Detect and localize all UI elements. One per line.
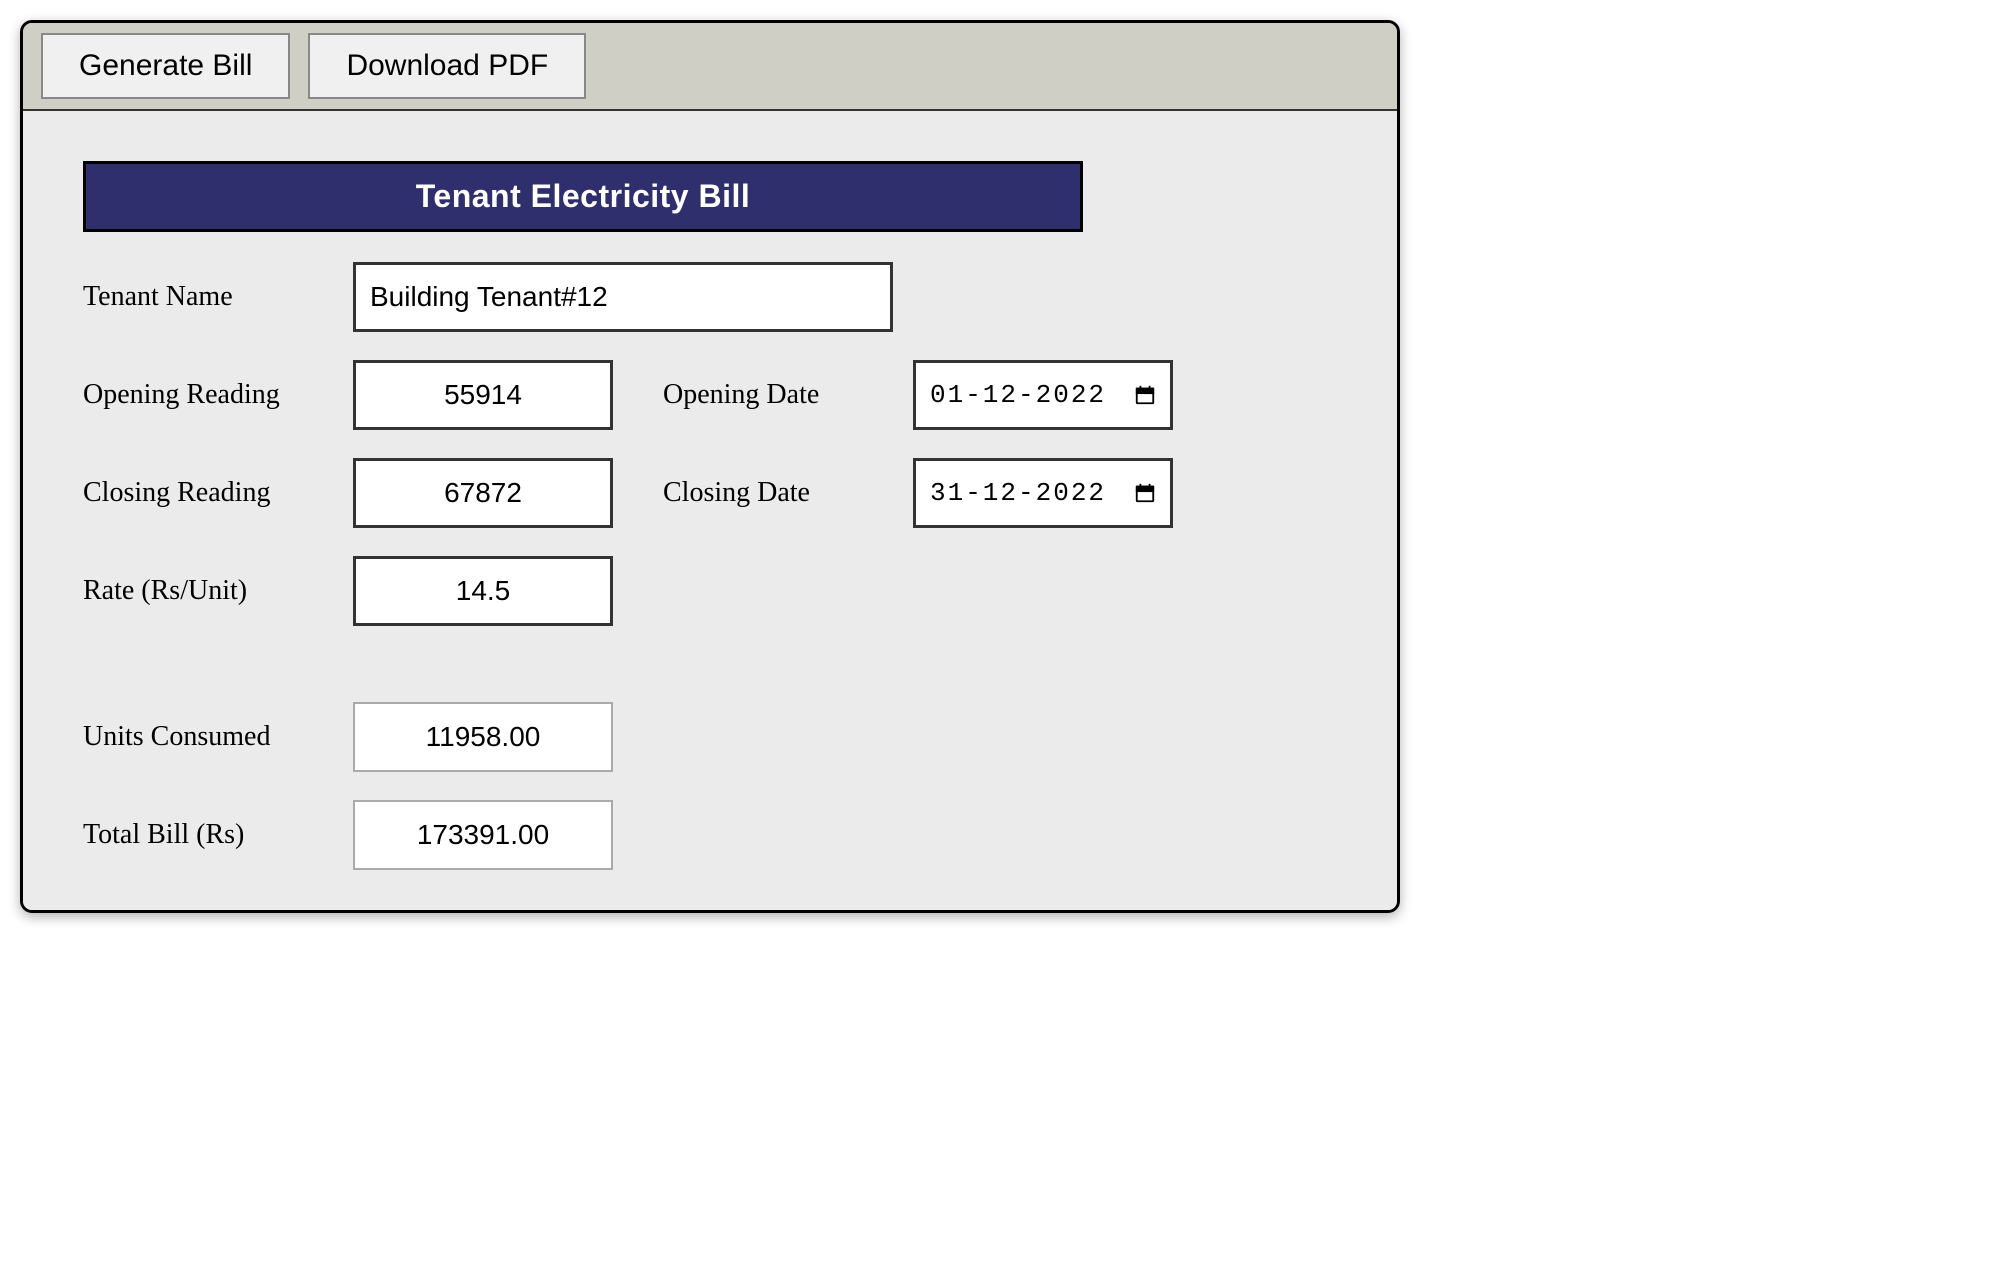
calendar-icon (1134, 482, 1156, 504)
units-consumed-label: Units Consumed (83, 721, 353, 753)
generate-bill-button[interactable]: Generate Bill (41, 33, 290, 99)
closing-reading-input[interactable] (353, 458, 613, 528)
rate-label: Rate (Rs/Unit) (83, 575, 353, 607)
opening-date-label: Opening Date (633, 379, 913, 411)
rate-input[interactable] (353, 556, 613, 626)
opening-reading-input[interactable] (353, 360, 613, 430)
tenant-name-label: Tenant Name (83, 281, 353, 313)
opening-reading-label: Opening Reading (83, 379, 353, 411)
spacer (83, 654, 1193, 674)
calendar-icon (1134, 384, 1156, 406)
total-bill-output (353, 800, 613, 870)
total-bill-label: Total Bill (Rs) (83, 819, 353, 851)
opening-date-input[interactable]: 01-12-2022 (913, 360, 1173, 430)
tenant-name-input[interactable] (353, 262, 893, 332)
closing-date-label: Closing Date (633, 477, 913, 509)
closing-date-input[interactable]: 31-12-2022 (913, 458, 1173, 528)
opening-date-value: 01-12-2022 (930, 380, 1124, 410)
units-consumed-output (353, 702, 613, 772)
form-grid: Tenant Name Opening Reading Opening Date… (83, 262, 1337, 870)
form-content: Tenant Electricity Bill Tenant Name Open… (23, 111, 1397, 910)
closing-reading-label: Closing Reading (83, 477, 353, 509)
app-window: Generate Bill Download PDF Tenant Electr… (20, 20, 1400, 913)
closing-date-value: 31-12-2022 (930, 478, 1124, 508)
form-title: Tenant Electricity Bill (83, 161, 1083, 232)
toolbar: Generate Bill Download PDF (23, 23, 1397, 111)
download-pdf-button[interactable]: Download PDF (308, 33, 586, 99)
